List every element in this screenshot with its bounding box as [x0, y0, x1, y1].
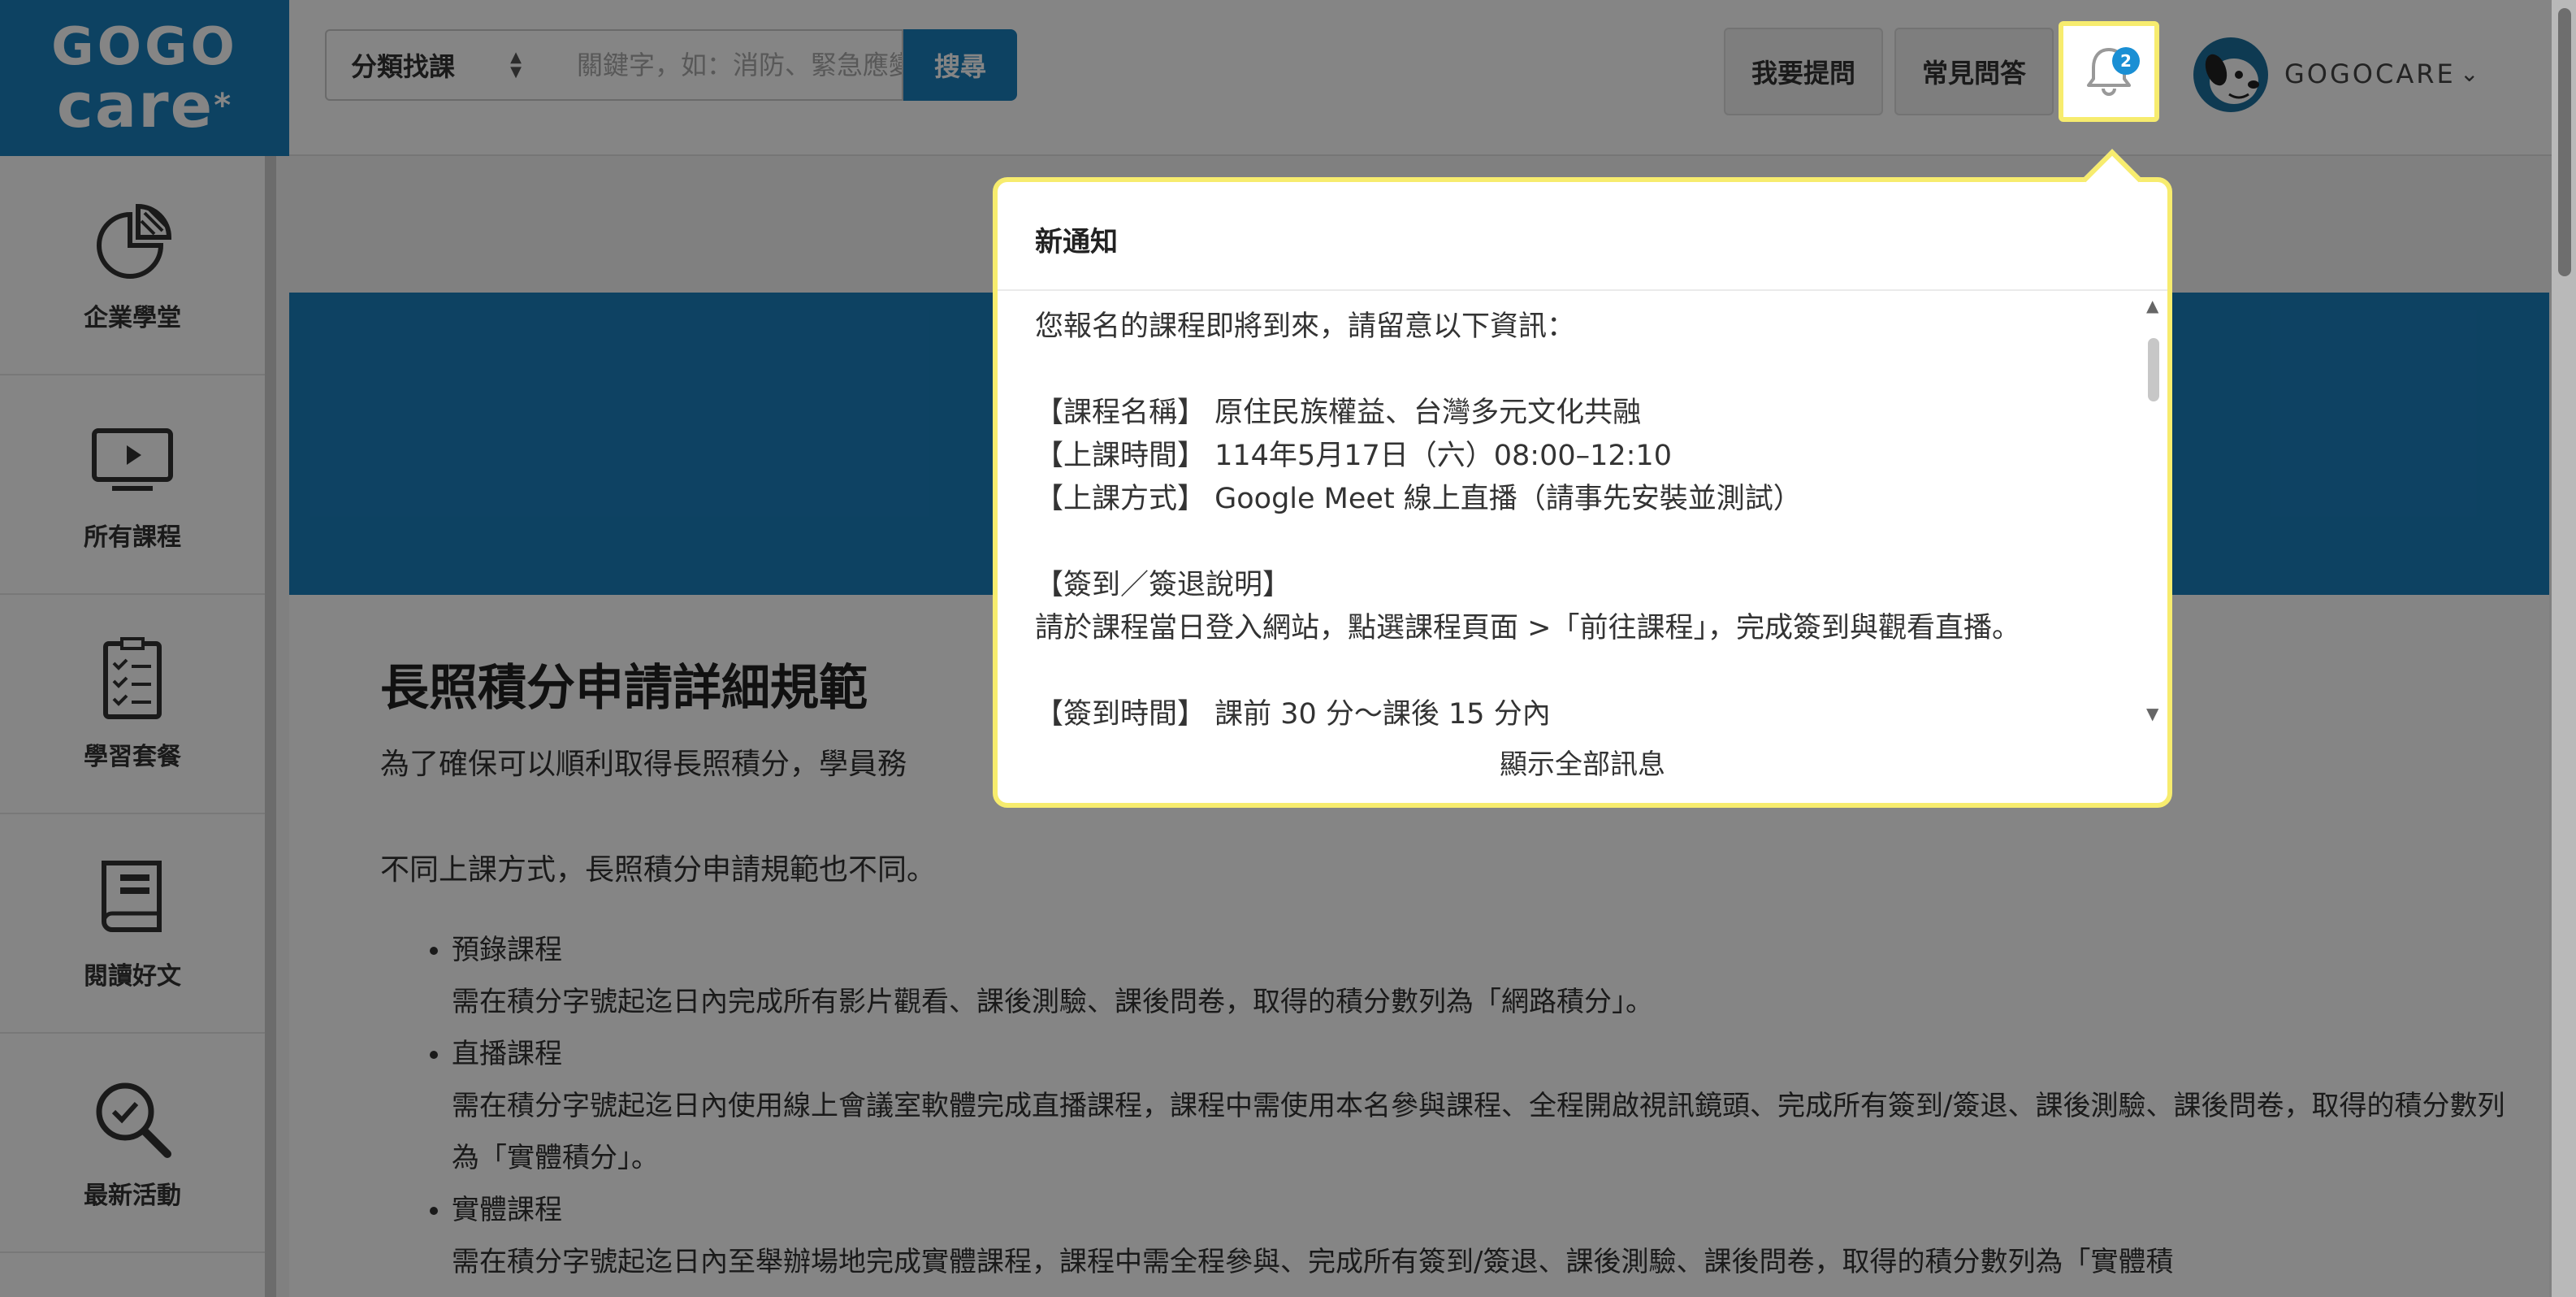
notification-bell-button[interactable]: 2 [2059, 21, 2159, 122]
page-scrollbar-thumb[interactable] [2558, 8, 2571, 276]
popup-scrollbar-thumb[interactable] [2148, 338, 2159, 401]
popup-title: 新通知 [998, 182, 2167, 291]
notification-popup: 新通知 您報名的課程即將到來，請留意以下資訊： 【課程名稱】 原住民族權益、台灣… [993, 177, 2172, 808]
notification-message: 您報名的課程即將到來，請留意以下資訊： 【課程名稱】 原住民族權益、台灣多元文化… [1035, 310, 2020, 728]
popup-scrollbar[interactable]: ▲ ▼ [2143, 296, 2167, 727]
scroll-up-icon[interactable]: ▲ [2146, 296, 2158, 315]
notification-count-badge: 2 [2112, 47, 2140, 75]
page-scrollbar[interactable] [2552, 0, 2576, 1297]
scroll-down-icon[interactable]: ▼ [2146, 704, 2158, 723]
show-all-messages-link[interactable]: 顯示全部訊息 [998, 742, 2167, 782]
